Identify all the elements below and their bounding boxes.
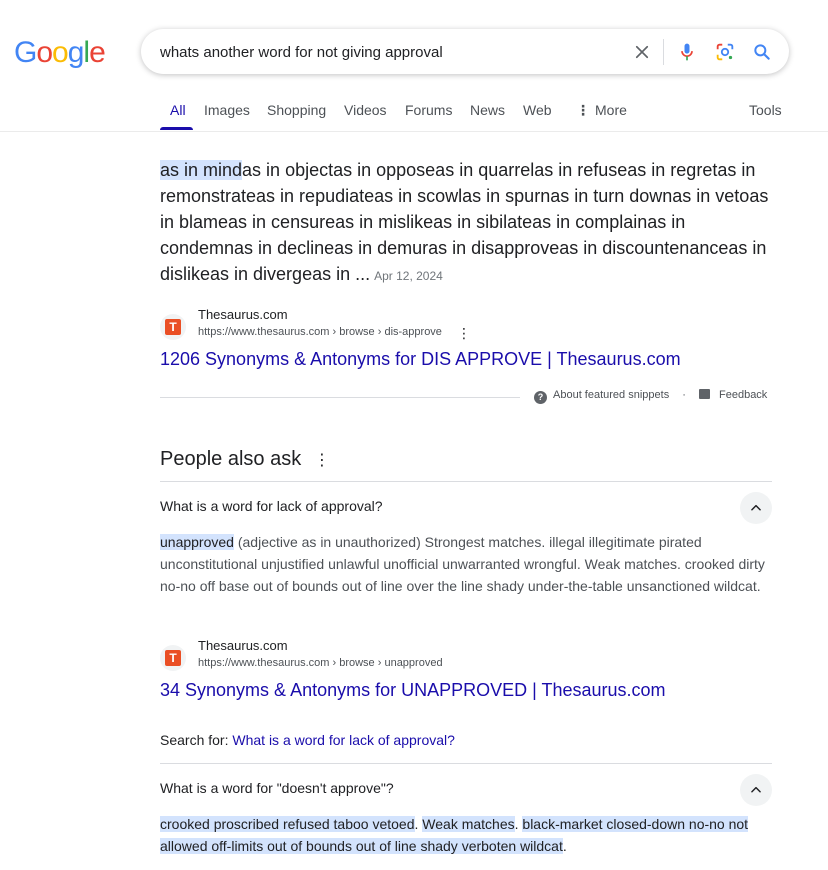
source-site-name[interactable]: Thesaurus.com	[198, 307, 288, 322]
logo-letter: o	[52, 36, 69, 69]
paa-result-title-link[interactable]: 34 Synonyms & Antonyms for UNAPPROVED | …	[160, 680, 666, 701]
actions-separator: ·	[682, 389, 686, 401]
search-input[interactable]	[160, 41, 620, 63]
answer-highlight: crooked proscribed refused taboo vetoed	[160, 816, 415, 832]
clear-icon[interactable]	[630, 40, 654, 64]
chevron-up-icon[interactable]	[740, 774, 772, 806]
paa-divider	[160, 763, 772, 764]
snippet-divider	[160, 397, 520, 398]
snippet-date: Apr 12, 2024	[374, 269, 443, 283]
search-for-row: Search for: What is a word for lack of a…	[160, 732, 455, 748]
paa-question-2[interactable]: What is a word for "doesn't approve"?	[160, 766, 772, 810]
paa-answer-1: unapproved (adjective as in unauthorized…	[160, 531, 772, 597]
search-for-link[interactable]: What is a word for lack of approval?	[232, 732, 455, 748]
tab-news[interactable]: News	[470, 102, 505, 118]
paa-options-icon[interactable]: ⋮	[314, 450, 330, 470]
logo-letter: o	[36, 36, 53, 69]
search-for-label: Search for:	[160, 732, 229, 748]
about-snippets-link[interactable]: ? About featured snippets	[534, 389, 669, 404]
search-header: Google whats another word for not giving…	[0, 0, 828, 132]
search-icon[interactable]	[750, 40, 774, 64]
tools-button[interactable]: Tools	[749, 102, 782, 118]
paa-question-text: What is a word for lack of approval?	[160, 498, 383, 514]
tab-more-label: More	[595, 102, 627, 118]
logo-letter: g	[67, 36, 85, 69]
featured-snippet-text: as in mindas in objectas in opposeas in …	[160, 157, 772, 289]
feedback-link[interactable]: Feedback	[699, 389, 767, 401]
thesaurus-favicon-icon: T	[160, 314, 186, 340]
source-site-name[interactable]: Thesaurus.com	[198, 638, 288, 653]
answer-text: (adjective as in unauthorized) Strongest…	[160, 534, 765, 594]
help-icon: ?	[534, 391, 547, 404]
paa-heading: People also ask	[160, 448, 302, 470]
more-vert-icon: ⋮	[576, 102, 590, 118]
logo-letter: e	[89, 36, 106, 69]
chevron-up-icon[interactable]	[740, 492, 772, 524]
result-title-link[interactable]: 1206 Synonyms & Antonyms for DIS APPROVE…	[160, 349, 681, 370]
paa-answer-2: crooked proscribed refused taboo vetoed.…	[160, 813, 772, 857]
snippet-highlight: as in mind	[160, 160, 243, 180]
answer-highlight: unapproved	[160, 534, 234, 550]
tab-shopping[interactable]: Shopping	[267, 102, 326, 118]
paa-divider	[160, 481, 772, 482]
answer-text: .	[514, 816, 519, 832]
result-options-icon[interactable]: ⋮	[457, 326, 471, 342]
tab-images[interactable]: Images	[204, 102, 250, 118]
lens-icon[interactable]	[713, 40, 737, 64]
active-tab-indicator	[160, 127, 193, 130]
tab-more[interactable]: ⋮ More	[576, 102, 627, 119]
paa-question-1[interactable]: What is a word for lack of approval?	[160, 484, 772, 528]
answer-text: .	[414, 816, 419, 832]
source-url[interactable]: https://www.thesaurus.com › browse › dis…	[198, 326, 442, 338]
tab-videos[interactable]: Videos	[344, 102, 387, 118]
google-logo[interactable]: Google	[14, 36, 106, 70]
thesaurus-favicon-icon: T	[160, 645, 186, 671]
search-divider	[663, 39, 664, 65]
feedback-icon	[699, 389, 710, 399]
tab-web[interactable]: Web	[523, 102, 552, 118]
answer-text: .	[562, 838, 567, 854]
snippet-body: as in objectas in opposeas in quarrelas …	[160, 160, 769, 284]
tab-forums[interactable]: Forums	[405, 102, 452, 118]
featured-snippet-actions: ? About featured snippets · Feedback	[534, 389, 767, 404]
answer-highlight: Weak matches	[422, 816, 515, 832]
search-box[interactable]	[141, 29, 789, 74]
mic-icon[interactable]	[675, 40, 699, 64]
logo-letter: G	[14, 36, 37, 69]
paa-question-text: What is a word for "doesn't approve"?	[160, 780, 394, 796]
source-url[interactable]: https://www.thesaurus.com › browse › una…	[198, 657, 443, 669]
tab-all[interactable]: All	[170, 102, 186, 118]
